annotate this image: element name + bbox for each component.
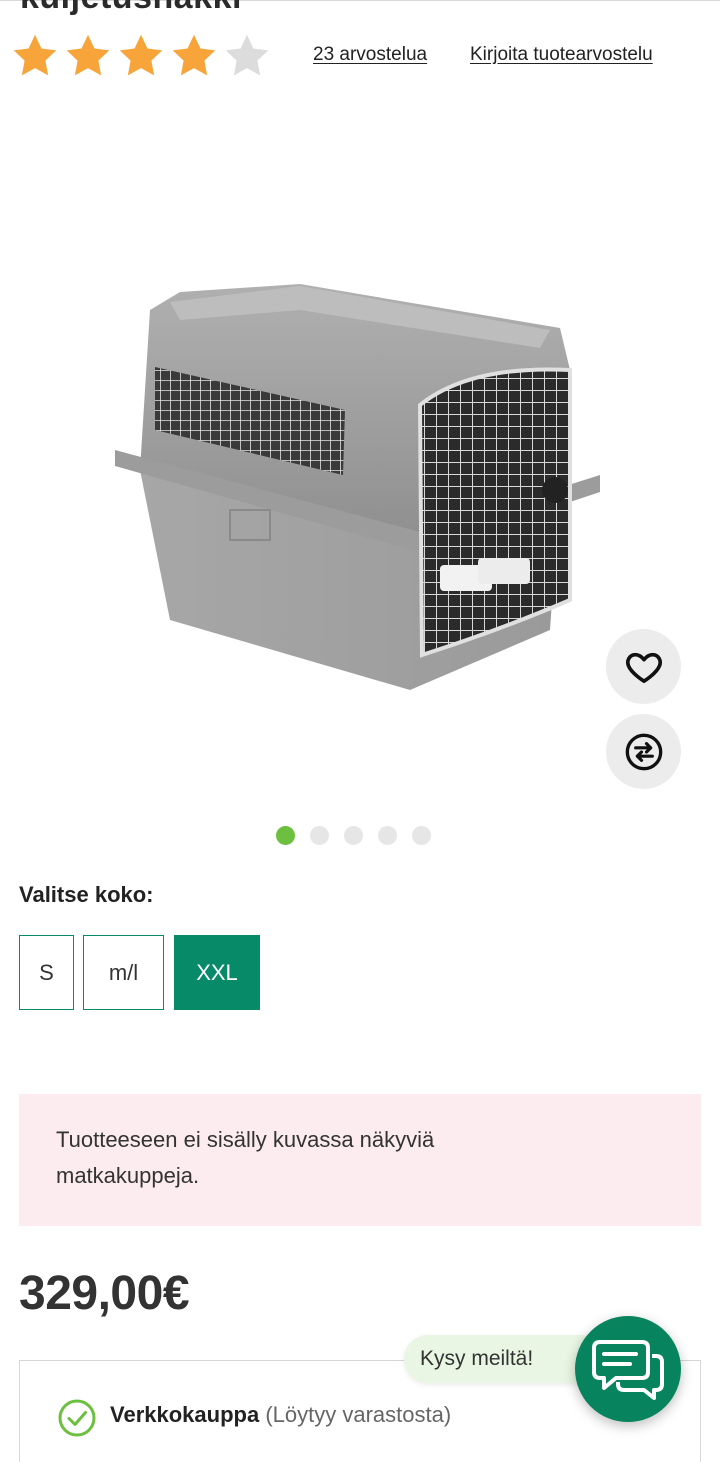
write-review-link[interactable]: Kirjoita tuotearvostelu — [470, 44, 653, 66]
gallery-pagination — [276, 826, 431, 845]
notice-text: Tuotteeseen ei sisälly kuvassa näkyviä m… — [56, 1127, 435, 1188]
gallery-dot[interactable] — [412, 826, 431, 845]
availability-status: (Löytyy varastosta) — [265, 1402, 452, 1427]
star-rating — [10, 31, 272, 81]
star-filled-icon — [119, 34, 163, 76]
availability-channel: Verkkokauppa — [110, 1402, 260, 1427]
gallery-dot[interactable] — [344, 826, 363, 845]
star-filled-icon — [66, 34, 110, 76]
size-option-s[interactable]: S — [19, 935, 74, 1010]
size-option-ml[interactable]: m/l — [83, 935, 164, 1010]
star-filled-icon — [172, 34, 216, 76]
size-option-xxl[interactable]: XXL — [174, 935, 260, 1010]
star-filled-icon — [13, 34, 57, 76]
heart-icon — [625, 652, 662, 683]
product-image — [115, 284, 600, 690]
gallery-dot[interactable] — [378, 826, 397, 845]
product-notice: Tuotteeseen ei sisälly kuvassa näkyviä m… — [19, 1094, 701, 1226]
reviews-link[interactable]: 23 arvostelua — [313, 44, 427, 66]
star-empty-icon — [225, 34, 269, 76]
compare-arrows-icon — [625, 733, 662, 770]
size-selector-label: Valitse koko: — [19, 882, 154, 907]
chat-icon — [592, 1340, 664, 1400]
add-to-wishlist-button[interactable] — [606, 629, 681, 704]
compare-button[interactable] — [606, 714, 681, 789]
chat-prompt[interactable]: Kysy meiltä! — [404, 1335, 604, 1383]
chat-button[interactable] — [575, 1316, 681, 1422]
availability-text: Verkkokauppa (Löytyy varastosta) — [110, 1402, 451, 1428]
product-title: kuljetushäkki — [20, 0, 242, 17]
gallery-dot[interactable] — [310, 826, 329, 845]
product-price: 329,00€ — [19, 1267, 190, 1320]
check-circle-icon — [58, 1399, 96, 1437]
gallery-dot[interactable] — [276, 826, 295, 845]
